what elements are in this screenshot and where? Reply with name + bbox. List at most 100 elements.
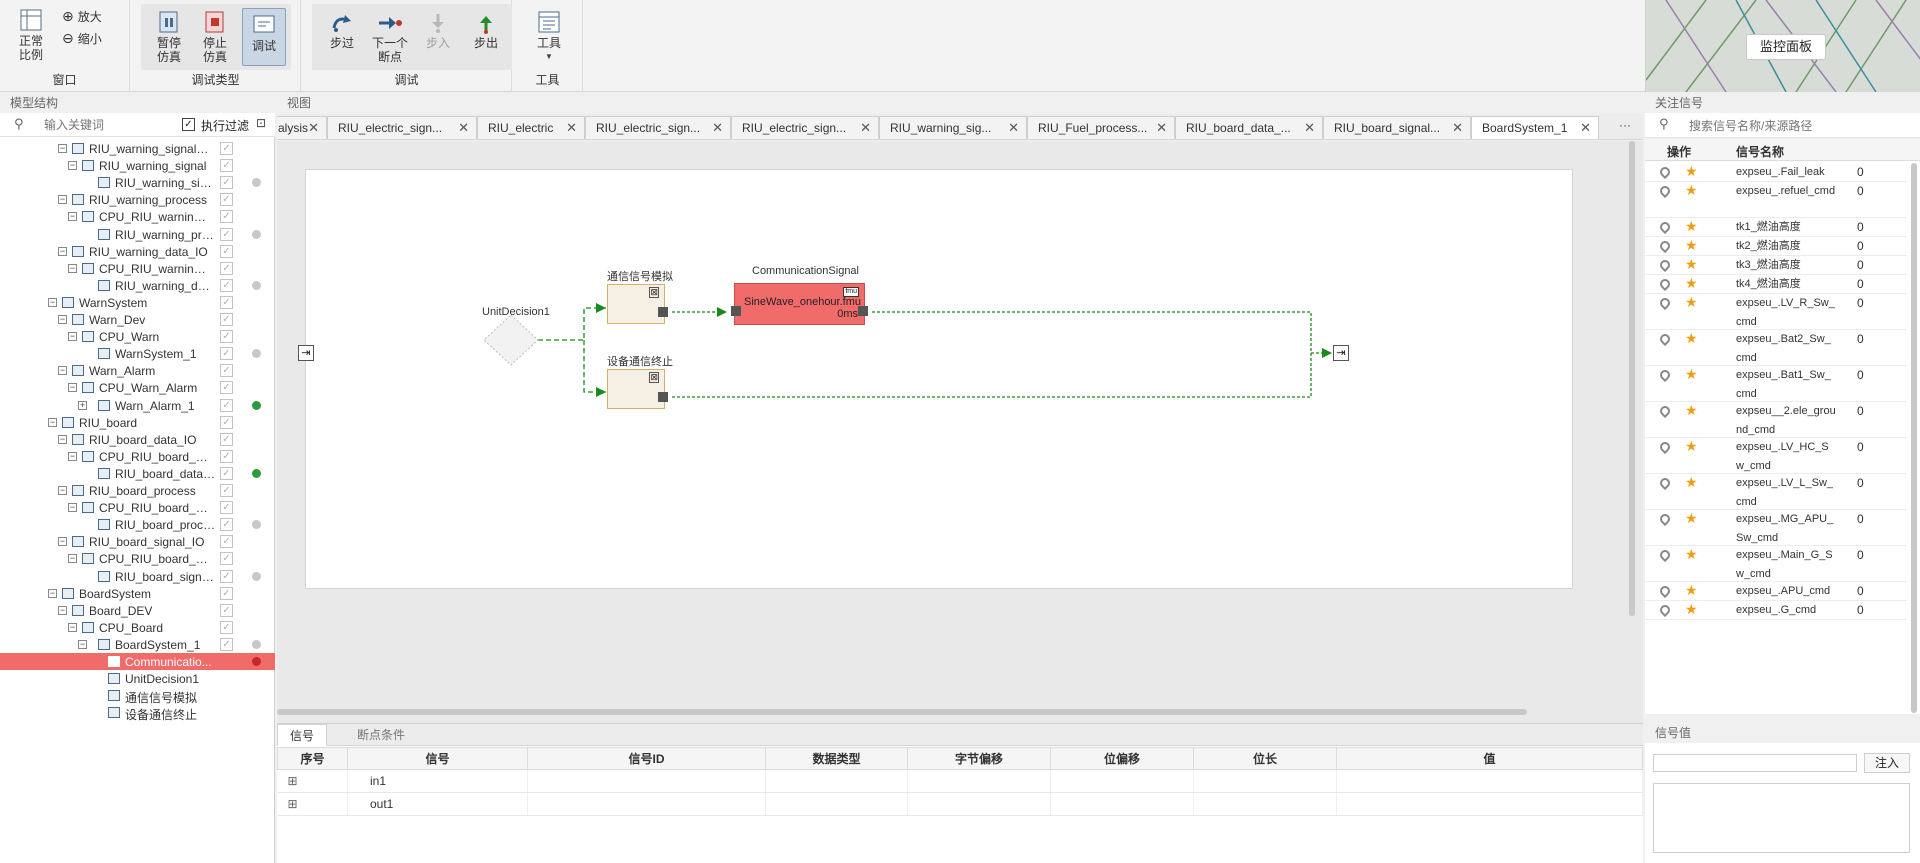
table-row[interactable]: ⊞ out1 bbox=[277, 792, 1643, 816]
locate-icon[interactable] bbox=[1657, 331, 1673, 347]
tree-node[interactable]: − RIU_warning_data_IO ✓ bbox=[0, 243, 275, 260]
tree-node-checkbox[interactable]: ✓ bbox=[220, 193, 233, 207]
tree-node-checkbox[interactable]: ✓ bbox=[220, 432, 233, 446]
tree-node-checkbox[interactable]: ✓ bbox=[220, 159, 233, 173]
tree-node[interactable]: − CPU_RIU_warning_p... ✓ bbox=[0, 208, 275, 225]
watched-signal-row[interactable]: ★ tk1_燃油高度 0 bbox=[1645, 218, 1907, 237]
tab-breakpoint-conditions[interactable]: 断点条件 bbox=[345, 724, 417, 746]
star-icon[interactable]: ★ bbox=[1685, 294, 1698, 311]
pause-sim-button[interactable]: 暂停 仿真 bbox=[149, 10, 189, 64]
tree-expander-icon[interactable]: − bbox=[58, 605, 67, 615]
view-tab[interactable]: alysis ✕ bbox=[277, 116, 327, 139]
tree-node[interactable]: − BoardSystem_1 ✓ bbox=[0, 636, 275, 653]
tree-node-checkbox[interactable]: ✓ bbox=[220, 552, 233, 566]
tree-node-checkbox[interactable]: ✓ bbox=[220, 347, 233, 361]
tree-node[interactable]: − CPU_RIU_board_sig... ✓ bbox=[0, 550, 275, 567]
tree-node[interactable]: RIU_board_data_I... ✓ bbox=[0, 465, 275, 482]
tree-expander-icon[interactable]: − bbox=[68, 622, 77, 632]
tree-node-checkbox[interactable]: ✓ bbox=[220, 330, 233, 344]
close-icon[interactable]: ✕ bbox=[566, 117, 577, 139]
tab-signal[interactable]: 信号 bbox=[277, 724, 328, 746]
view-tab[interactable]: RIU_electric ✕ bbox=[477, 116, 585, 139]
tree-node[interactable]: − RIU_board_data_IO ✓ bbox=[0, 431, 275, 448]
close-icon[interactable]: ✕ bbox=[1156, 117, 1167, 139]
tree-node-checkbox[interactable]: ✓ bbox=[220, 501, 233, 515]
close-icon[interactable]: ✕ bbox=[860, 117, 871, 139]
locate-icon[interactable] bbox=[1657, 238, 1673, 254]
watched-signal-row[interactable]: ★ expseu_.G_cmd 0 bbox=[1645, 601, 1907, 620]
tree-node[interactable]: UnitDecision1 bbox=[0, 670, 275, 687]
close-icon[interactable]: ✕ bbox=[1452, 117, 1463, 139]
tree-expander-icon[interactable]: − bbox=[58, 315, 67, 324]
step-out-button[interactable]: 步出 bbox=[468, 12, 504, 50]
star-icon[interactable]: ★ bbox=[1685, 546, 1698, 563]
tree-node[interactable]: − Warn_Dev ✓ bbox=[0, 311, 275, 328]
watched-signal-row[interactable]: ★ tk3_燃油高度 0 bbox=[1645, 256, 1907, 275]
tree-node-checkbox[interactable]: ✓ bbox=[220, 484, 233, 497]
tree-expander-icon[interactable]: − bbox=[58, 246, 67, 256]
tree-expander-icon[interactable]: − bbox=[58, 144, 67, 153]
tree-expander-icon[interactable]: − bbox=[58, 434, 67, 444]
locate-icon[interactable] bbox=[1657, 164, 1673, 180]
watched-signal-row[interactable]: ★ tk4_燃油高度 0 bbox=[1645, 275, 1907, 294]
step-into-button[interactable]: 步入 bbox=[420, 12, 456, 50]
more-tabs-icon[interactable]: ··· bbox=[1619, 118, 1631, 132]
tree-node-checkbox[interactable]: ✓ bbox=[220, 261, 233, 275]
star-icon[interactable]: ★ bbox=[1685, 402, 1698, 419]
tree-expander-icon[interactable]: − bbox=[48, 588, 57, 598]
watched-scrollbar[interactable] bbox=[1911, 163, 1917, 713]
view-tab[interactable]: BoardSystem_1 ✕ bbox=[1471, 116, 1599, 139]
tree-node[interactable]: − Board_DEV ✓ bbox=[0, 602, 275, 619]
stop-sim-button[interactable]: 停止 仿真 bbox=[195, 10, 235, 64]
tree-node-checkbox[interactable]: ✓ bbox=[220, 449, 233, 463]
watched-signal-row[interactable]: ★ expseu__2.ele_ground_cmd 0 bbox=[1645, 402, 1907, 438]
filter-settings-icon[interactable]: ⊡ bbox=[256, 116, 266, 130]
tree-node[interactable]: RIU_warning_data... ✓ bbox=[0, 277, 275, 294]
locate-icon[interactable] bbox=[1657, 475, 1673, 491]
tree-expander-icon[interactable]: − bbox=[58, 366, 67, 376]
tree-expander-icon[interactable]: − bbox=[58, 537, 67, 547]
locate-icon[interactable] bbox=[1657, 583, 1673, 599]
tree-expander-icon[interactable]: − bbox=[58, 486, 67, 495]
tree-expander-icon[interactable]: − bbox=[68, 161, 77, 171]
star-icon[interactable]: ★ bbox=[1685, 438, 1698, 455]
locate-icon[interactable] bbox=[1657, 547, 1673, 563]
tree-expander-icon[interactable]: − bbox=[68, 332, 77, 342]
tree-node-checkbox[interactable]: ✓ bbox=[220, 586, 233, 600]
tree-node[interactable]: − RIU_warning_signal_IO ✓ bbox=[0, 140, 275, 157]
tree-node-checkbox[interactable]: ✓ bbox=[220, 142, 233, 155]
filter-checkbox[interactable]: ✓ bbox=[182, 118, 195, 131]
star-icon[interactable]: ★ bbox=[1685, 256, 1698, 273]
view-tab[interactable]: RIU_Fuel_process... ✕ bbox=[1027, 116, 1175, 139]
tree-node[interactable]: WarnSystem_1 ✓ bbox=[0, 345, 275, 362]
watched-signal-row[interactable]: ★ tk2_燃油高度 0 bbox=[1645, 237, 1907, 256]
row-expander-icon[interactable]: ⊞ bbox=[277, 792, 348, 816]
canvas-horizontal-scrollbar[interactable] bbox=[277, 709, 1527, 715]
tree-node[interactable]: RIU_warning_proc... ✓ bbox=[0, 226, 275, 243]
locate-icon[interactable] bbox=[1657, 403, 1673, 419]
comm-term-block[interactable]: ⊠ bbox=[607, 369, 668, 409]
tree-node[interactable]: − RIU_board_signal_IO ✓ bbox=[0, 533, 275, 550]
view-tab[interactable]: RIU_electric_sign... ✕ bbox=[585, 116, 731, 139]
tree-node[interactable]: RIU_warning_sign... ✓ bbox=[0, 174, 275, 191]
tree-node-checkbox[interactable]: ✓ bbox=[220, 466, 233, 480]
tree-node-checkbox[interactable]: ✓ bbox=[220, 569, 233, 583]
locate-icon[interactable] bbox=[1657, 183, 1673, 199]
locate-icon[interactable] bbox=[1657, 295, 1673, 311]
star-icon[interactable]: ★ bbox=[1685, 366, 1698, 383]
tree-node[interactable]: − RIU_warning_process ✓ bbox=[0, 191, 275, 208]
locate-icon[interactable] bbox=[1657, 276, 1673, 292]
tree-expander-icon[interactable]: − bbox=[68, 554, 77, 564]
watched-signal-row[interactable]: ★ expseu_.refuel_cmd 0 bbox=[1645, 182, 1907, 218]
close-icon[interactable]: ✕ bbox=[458, 117, 469, 139]
tree-expander-icon[interactable]: − bbox=[48, 417, 57, 427]
watched-signal-row[interactable]: ★ expseu_.Bat2_Sw_cmd 0 bbox=[1645, 330, 1907, 366]
tree-node-checkbox[interactable]: ✓ bbox=[220, 364, 233, 378]
view-tab[interactable]: RIU_electric_sign... ✕ bbox=[731, 116, 879, 139]
close-icon[interactable]: ✕ bbox=[1580, 117, 1591, 139]
view-tab[interactable]: RIU_board_data_... ✕ bbox=[1175, 116, 1323, 139]
tree-node-checkbox[interactable]: ✓ bbox=[220, 227, 233, 241]
tree-node[interactable]: − RIU_warning_signal ✓ bbox=[0, 157, 275, 174]
star-icon[interactable]: ★ bbox=[1685, 182, 1698, 199]
tree-node[interactable]: − CPU_RIU_board_pro... ✓ bbox=[0, 499, 275, 516]
